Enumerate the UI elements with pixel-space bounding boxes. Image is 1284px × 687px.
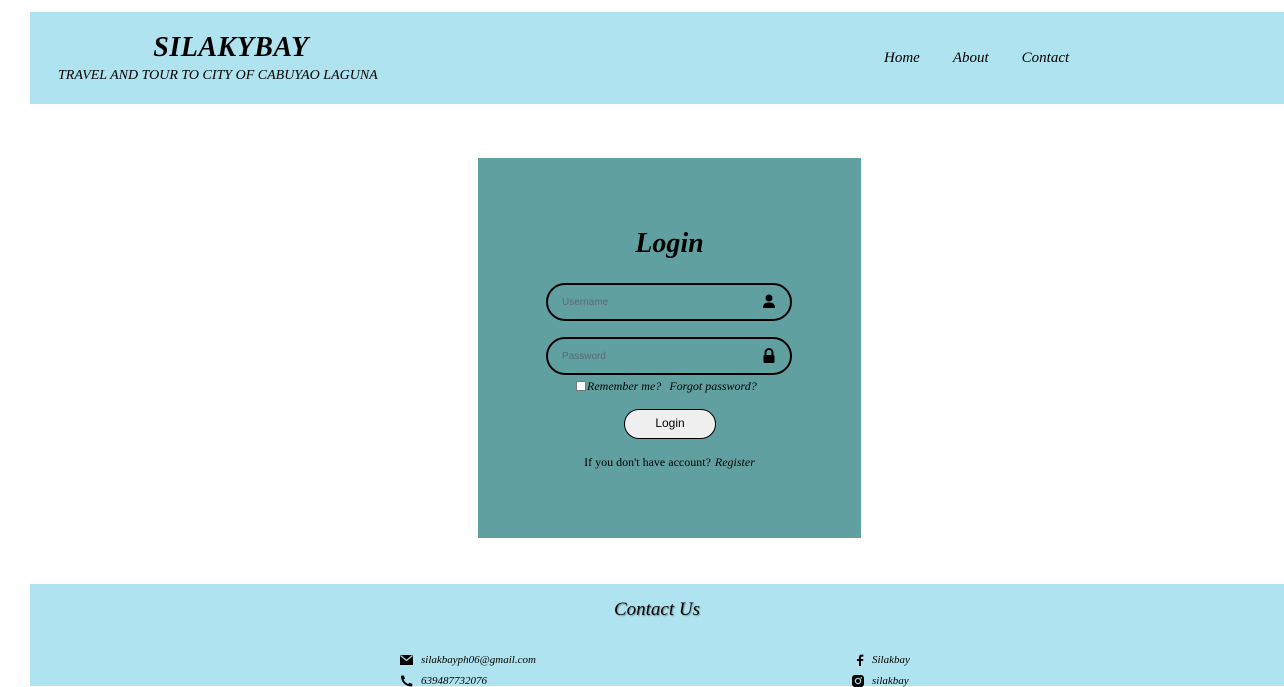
password-field-wrapper	[546, 337, 792, 375]
remember-me-checkbox[interactable]	[576, 381, 586, 391]
instagram-text[interactable]: silakbay	[872, 675, 909, 687]
contact-email: silakbayph06@gmail.com	[400, 654, 536, 666]
lock-icon	[763, 348, 775, 363]
login-title: Login	[635, 228, 704, 259]
nav-about-link[interactable]: About	[953, 50, 989, 67]
envelope-icon	[400, 655, 413, 665]
login-button[interactable]: Login	[624, 409, 716, 439]
contact-instagram: silakbay	[852, 675, 909, 687]
username-input[interactable]	[562, 292, 752, 312]
password-input[interactable]	[562, 346, 752, 366]
phone-text: 639487732076	[421, 675, 487, 687]
register-row: If you don't have account? Register	[478, 455, 861, 470]
contact-facebook: Silakbay	[856, 654, 910, 666]
remember-me-label[interactable]: Remember me?	[587, 379, 661, 393]
brand-title: SILAKYBAY	[153, 32, 309, 63]
login-card: Login Remember me? Forgot password? Login…	[478, 158, 861, 538]
nav-home-link[interactable]: Home	[884, 50, 920, 67]
username-field-wrapper	[546, 283, 792, 321]
contact-phone: 639487732076	[400, 675, 487, 687]
register-link[interactable]: Register	[715, 455, 755, 469]
phone-icon	[401, 675, 413, 687]
facebook-text[interactable]: Silakbay	[872, 654, 910, 666]
instagram-icon[interactable]	[852, 675, 864, 687]
email-text[interactable]: silakbayph06@gmail.com	[421, 654, 536, 666]
site-footer: Contact Us silakbayph06@gmail.com 639487…	[30, 584, 1284, 687]
nav-contact-link[interactable]: Contact	[1022, 50, 1070, 67]
main-nav: Home About Contact	[884, 50, 1102, 67]
site-header: SILAKYBAY TRAVEL AND TOUR TO CITY OF CAB…	[30, 12, 1284, 104]
footer-title: Contact Us	[613, 599, 701, 620]
user-icon	[763, 294, 775, 308]
forgot-password-link[interactable]: Forgot password?	[669, 379, 756, 393]
login-options-row: Remember me? Forgot password?	[576, 379, 757, 394]
facebook-icon[interactable]	[856, 654, 864, 666]
no-account-text: If you don't have account?	[584, 455, 711, 469]
brand-subtitle: TRAVEL AND TOUR TO CITY OF CABUYAO LAGUN…	[58, 68, 378, 83]
